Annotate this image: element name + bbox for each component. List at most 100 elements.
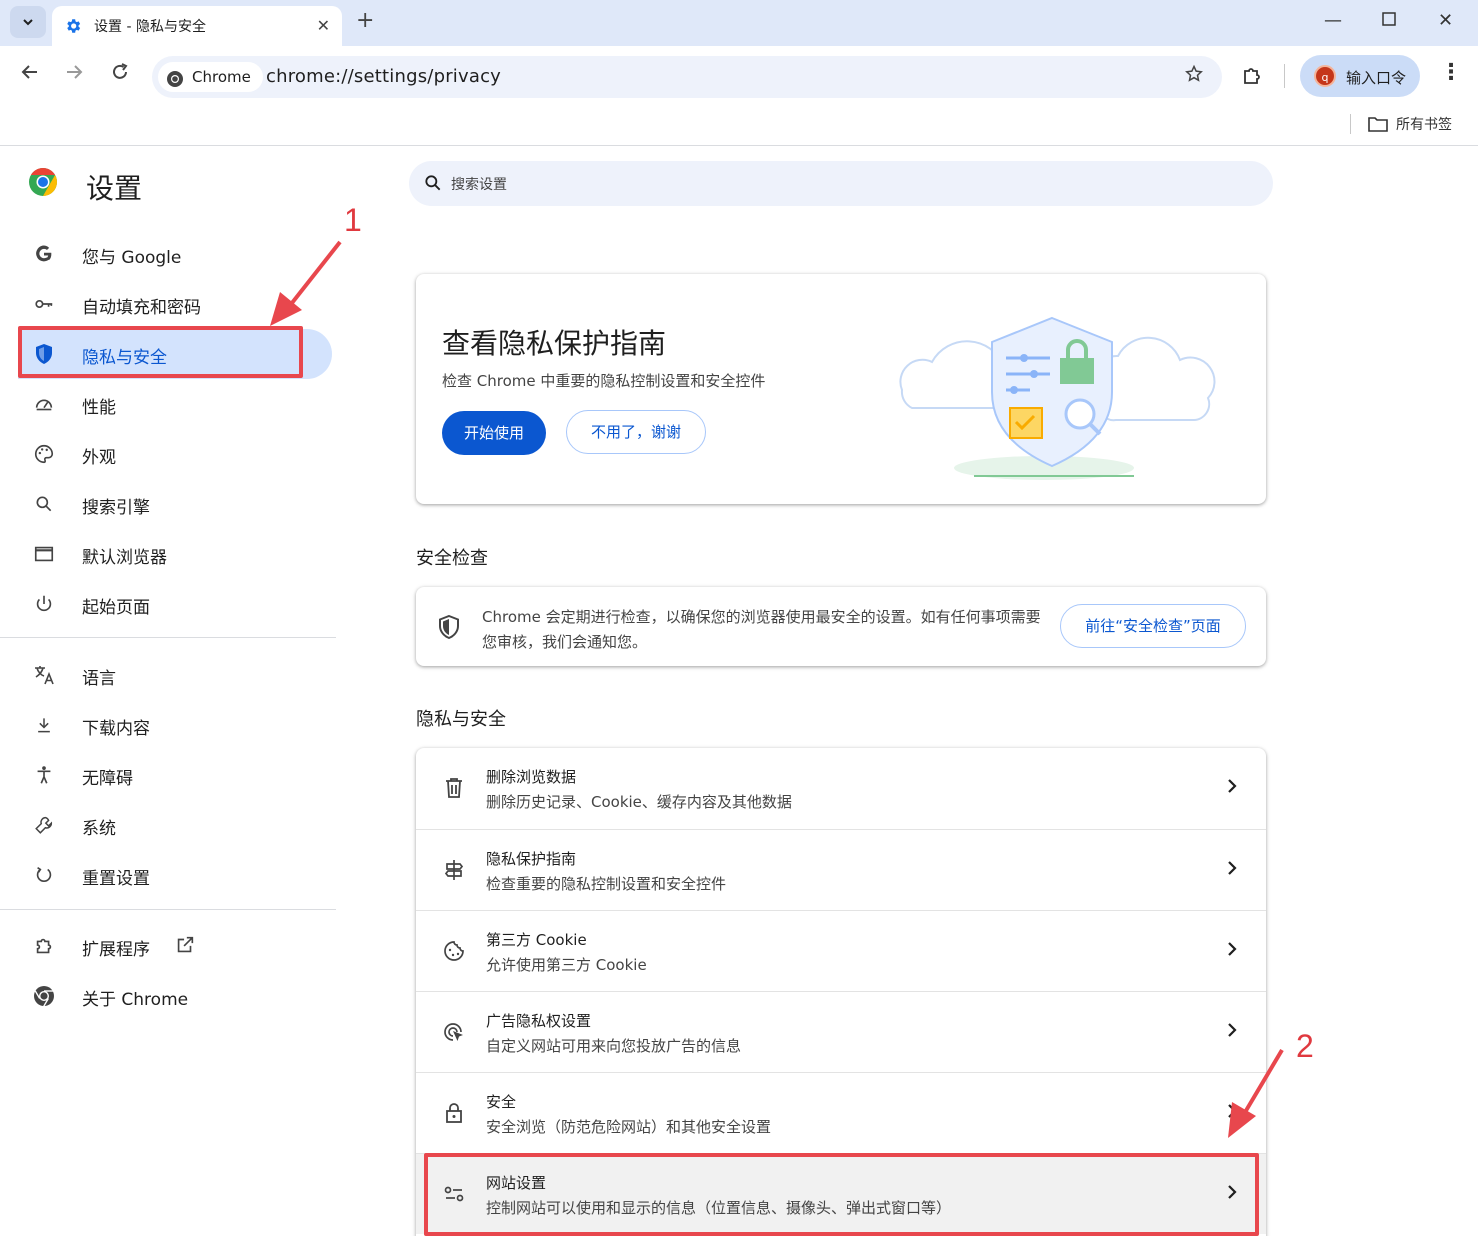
row-title: 删除浏览数据 [486, 768, 577, 786]
clear-browsing-data-row[interactable]: 删除浏览数据 删除历史记录、Cookie、缓存内容及其他数据 [416, 748, 1266, 829]
sidebar-item-appearance[interactable]: 外观 [18, 429, 332, 479]
download-icon [32, 713, 56, 737]
sidebar-item-performance[interactable]: 性能 [18, 379, 332, 429]
sidebar-item-label: 默认浏览器 [82, 548, 167, 568]
no-thanks-button[interactable]: 不用了，谢谢 [566, 410, 706, 454]
go-to-safety-check-button[interactable]: 前往“安全检查”页面 [1060, 604, 1246, 648]
settings-search[interactable]: 搜索设置 [409, 161, 1273, 206]
sidebar-item-label: 扩展程序 [82, 940, 150, 960]
back-button[interactable] [20, 62, 40, 88]
safety-check-heading: 安全检查 [416, 548, 488, 569]
shield-check-icon [438, 614, 460, 643]
profile-label: 输入口令 [1346, 69, 1407, 87]
address-bar[interactable]: Chrome chrome://settings/privacy [152, 56, 1222, 98]
extensions-button[interactable] [1240, 64, 1264, 92]
power-icon [32, 592, 56, 616]
sidebar-item-startup[interactable]: 起始页面 [18, 579, 332, 629]
url-text[interactable]: chrome://settings/privacy [266, 66, 501, 87]
folder-icon [1368, 117, 1388, 132]
annotation-number-2: 2 [1296, 1028, 1314, 1064]
ad-privacy-row[interactable]: 广告隐私权设置 自定义网站可用来向您投放广告的信息 [416, 991, 1266, 1072]
chevron-right-icon [1226, 939, 1238, 963]
third-party-cookies-row[interactable]: 第三方 Cookie 允许使用第三方 Cookie [416, 910, 1266, 991]
privacy-illustration [899, 316, 1216, 480]
row-subtitle: 检查重要的隐私控制设置和安全控件 [486, 875, 727, 893]
avatar: q [1314, 65, 1336, 87]
close-tab-icon[interactable]: ✕ [317, 16, 330, 35]
maximize-icon [1382, 12, 1396, 26]
search-icon [423, 173, 443, 197]
key-icon [32, 292, 56, 316]
sidebar-item-system[interactable]: 系统 [18, 800, 332, 850]
trash-icon [442, 776, 466, 800]
more-menu-icon[interactable]: ⋮ [1440, 60, 1462, 85]
sidebar-item-label: 重置设置 [82, 869, 150, 889]
sidebar-item-label: 起始页面 [82, 598, 150, 618]
sidebar-item-languages[interactable]: 语言 [18, 650, 332, 700]
all-bookmarks-label: 所有书签 [1396, 117, 1452, 133]
sidebar-item-accessibility[interactable]: 无障碍 [18, 750, 332, 800]
sidebar-item-label: 外观 [82, 448, 116, 468]
close-window-button[interactable]: ✕ [1438, 10, 1453, 31]
chevron-right-icon [1226, 776, 1238, 800]
title-bar: 设置 - 隐私与安全 ✕ + — ✕ [0, 0, 1478, 46]
all-bookmarks-button[interactable]: 所有书签 [1368, 114, 1452, 134]
annotation-highlight-site-settings [424, 1153, 1259, 1236]
bookmarks-divider [1350, 114, 1351, 134]
security-row[interactable]: 安全 安全浏览（防范危险网站）和其他安全设置 [416, 1072, 1266, 1153]
sidebar-item-extensions[interactable]: 扩展程序 [18, 921, 332, 971]
arrow-right-icon [67, 65, 83, 79]
bookmarks-bar: 所有书签 [0, 106, 1478, 146]
search-icon [32, 492, 56, 516]
sidebar-divider [0, 637, 336, 638]
palette-icon [32, 442, 56, 466]
row-subtitle: 删除历史记录、Cookie、缓存内容及其他数据 [486, 793, 792, 811]
chip-label: Chrome [192, 68, 251, 86]
translate-icon [32, 663, 56, 687]
tab-search-button[interactable] [10, 6, 46, 38]
promo-description: 检查 Chrome 中重要的隐私控制设置和安全控件 [442, 372, 766, 390]
sidebar-item-search-engine[interactable]: 搜索引擎 [18, 479, 332, 529]
arrow-left-icon [21, 65, 37, 79]
profile-button[interactable]: q 输入口令 [1300, 55, 1420, 97]
forward-button[interactable] [64, 62, 84, 88]
sidebar-item-label: 语言 [82, 669, 116, 689]
ad-privacy-icon [442, 1020, 466, 1044]
annotation-number-1: 1 [344, 202, 362, 238]
lock-icon [442, 1101, 466, 1125]
sidebar-item-label: 您与 Google [82, 248, 182, 268]
sidebar-item-reset[interactable]: 重置设置 [18, 850, 332, 900]
puzzle-icon [32, 934, 56, 958]
annotation-arrow-1 [270, 240, 342, 326]
speedometer-icon [32, 392, 56, 416]
gear-icon [64, 17, 82, 35]
wrench-icon [32, 813, 56, 837]
minimize-button[interactable]: — [1324, 10, 1342, 31]
site-info-chip[interactable]: Chrome [158, 62, 263, 92]
reload-button[interactable] [110, 62, 130, 88]
safety-check-description: Chrome 会定期进行检查，以确保您的浏览器使用最安全的设置。如有任何事项需要… [482, 608, 1041, 651]
chevron-down-icon [23, 19, 33, 26]
toolbar-divider [1284, 64, 1285, 88]
reset-icon [32, 863, 56, 887]
sidebar-item-downloads[interactable]: 下载内容 [18, 700, 332, 750]
new-tab-button[interactable]: + [356, 8, 374, 33]
sidebar-item-label: 性能 [82, 398, 116, 418]
maximize-button[interactable] [1382, 10, 1396, 31]
safety-check-card: Chrome 会定期进行检查，以确保您的浏览器使用最安全的设置。如有任何事项需要… [416, 587, 1266, 666]
sidebar-item-default-browser[interactable]: 默认浏览器 [18, 529, 332, 579]
get-started-button[interactable]: 开始使用 [442, 411, 546, 455]
sidebar-item-about-chrome[interactable]: 关于 Chrome [18, 971, 332, 1021]
chrome-logo-icon [28, 167, 58, 197]
google-g-icon [32, 242, 56, 266]
sidebar-item-label: 无障碍 [82, 769, 133, 789]
search-input[interactable]: 搜索设置 [451, 174, 507, 194]
sidebar-item-label: 关于 Chrome [82, 990, 189, 1010]
sidebar-item-label: 系统 [82, 819, 116, 839]
tab-settings[interactable]: 设置 - 隐私与安全 ✕ [52, 6, 342, 46]
browser-window-icon [32, 542, 56, 566]
row-title: 隐私保护指南 [486, 850, 577, 868]
bookmark-star-icon[interactable] [1184, 64, 1204, 89]
privacy-guide-row[interactable]: 隐私保护指南 检查重要的隐私控制设置和安全控件 [416, 829, 1266, 910]
row-subtitle: 允许使用第三方 Cookie [486, 956, 647, 974]
